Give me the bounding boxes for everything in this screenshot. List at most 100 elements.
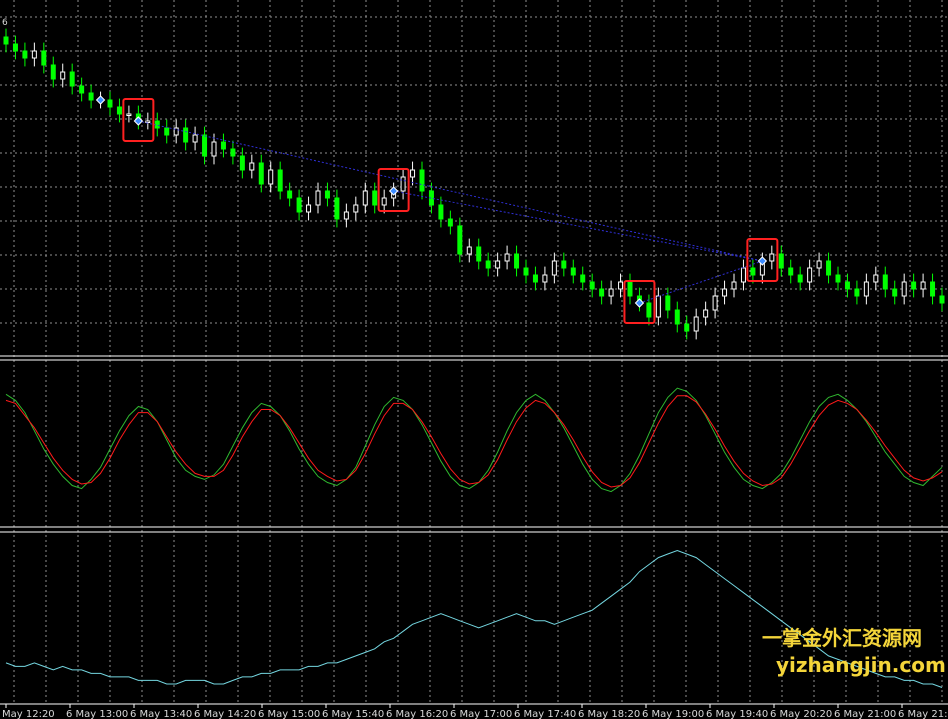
candle-body[interactable] [693,316,699,332]
candle-body[interactable] [684,323,690,332]
candle-body[interactable] [239,155,245,171]
candle-body[interactable] [79,85,85,94]
time-label: 6 May 21:40 [898,709,948,719]
candle-body[interactable] [230,148,236,157]
candle-body[interactable] [655,295,661,318]
candle-body[interactable] [892,288,898,297]
trading-chart[interactable]: 6 May 12:20 6 May 13:00 6 May 13:40 6 May 1… [0,0,948,719]
candle-body[interactable] [939,295,945,304]
candle-body[interactable] [220,141,226,150]
candle-body[interactable] [211,141,217,157]
candle-body[interactable] [31,50,37,59]
time-label: May 12:20 [2,709,55,719]
candle-body[interactable] [164,127,170,136]
candle-body[interactable] [126,113,132,116]
candle-body[interactable] [911,281,917,290]
candle-body[interactable] [646,302,652,318]
candle-body[interactable] [863,281,869,297]
candle-body[interactable] [873,274,879,283]
candle-body[interactable] [258,162,264,185]
candle-body[interactable] [542,274,548,283]
candle-body[interactable] [438,204,444,220]
candle-body[interactable] [485,260,491,269]
candle-body[interactable] [381,197,387,206]
candle-body[interactable] [561,260,567,269]
candle-body[interactable] [788,267,794,276]
watermark-cn: 一掌金外汇资源网 [762,626,922,650]
candle-body[interactable] [844,281,850,290]
candle-body[interactable] [778,253,784,269]
candle-body[interactable] [306,204,312,213]
candle-body[interactable] [296,197,302,213]
candle-body[interactable] [618,281,624,290]
candle-body[interactable] [797,274,803,283]
candle-body[interactable] [116,106,122,115]
candle-body[interactable] [202,134,208,157]
candle-body[interactable] [372,190,378,206]
candle-body[interactable] [69,71,75,87]
candle-body[interactable] [769,253,775,262]
candle-body[interactable] [447,218,453,227]
candle-body[interactable] [60,71,66,80]
time-label: 6 May 18:20 [578,709,640,719]
candle-body[interactable] [722,288,728,297]
candle-body[interactable] [183,127,189,143]
candle-body[interactable] [740,267,746,283]
candle-body[interactable] [457,225,463,255]
candle-body[interactable] [674,309,680,325]
candle-body[interactable] [835,274,841,283]
candle-body[interactable] [419,169,425,192]
candle-body[interactable] [343,211,349,220]
candle-body[interactable] [41,50,47,66]
candle-body[interactable] [88,92,94,101]
candle-body[interactable] [712,295,718,311]
candle-body[interactable] [807,267,813,283]
time-label: 6 May 21:00 [834,709,896,719]
candle-body[interactable] [3,36,9,45]
candle-body[interactable] [107,99,113,108]
candle-body[interactable] [551,260,557,276]
candle-body[interactable] [731,281,737,290]
candle-body[interactable] [145,120,151,123]
candle-body[interactable] [410,169,416,178]
candle-body[interactable] [476,246,482,262]
candle-body[interactable] [627,281,633,297]
candle-body[interactable] [268,169,274,185]
candle-body[interactable] [287,190,293,199]
candle-body[interactable] [580,274,586,283]
candle-body[interactable] [22,50,28,59]
candle-body[interactable] [353,204,359,213]
candle-body[interactable] [599,288,605,297]
candle-body[interactable] [324,190,330,199]
candle-body[interactable] [192,134,198,143]
candle-body[interactable] [930,281,936,297]
candle-body[interactable] [608,288,614,297]
candle-body[interactable] [826,260,832,276]
candle-body[interactable] [362,190,368,206]
candle-body[interactable] [12,43,18,52]
candle-body[interactable] [750,267,756,276]
candle-body[interactable] [901,281,907,297]
candle-body[interactable] [334,197,340,220]
time-label: 6 May 15:00 [258,709,320,719]
candle-body[interactable] [703,309,709,318]
candle-body[interactable] [854,288,860,297]
candle-body[interactable] [665,295,671,311]
candle-body[interactable] [514,253,520,269]
candle-body[interactable] [466,246,472,255]
candle-body[interactable] [315,190,321,206]
candle-body[interactable] [523,267,529,276]
candle-body[interactable] [532,274,538,283]
candle-body[interactable] [504,253,510,262]
candle-body[interactable] [920,281,926,290]
candle-body[interactable] [882,274,888,290]
candle-body[interactable] [249,162,255,171]
candle-body[interactable] [570,267,576,276]
time-label: 6 May 17:40 [514,709,576,719]
candle-body[interactable] [50,64,56,80]
candle-body[interactable] [400,176,406,192]
candle-body[interactable] [495,260,501,269]
candle-body[interactable] [277,169,283,192]
candle-body[interactable] [589,281,595,290]
candle-body[interactable] [816,260,822,269]
